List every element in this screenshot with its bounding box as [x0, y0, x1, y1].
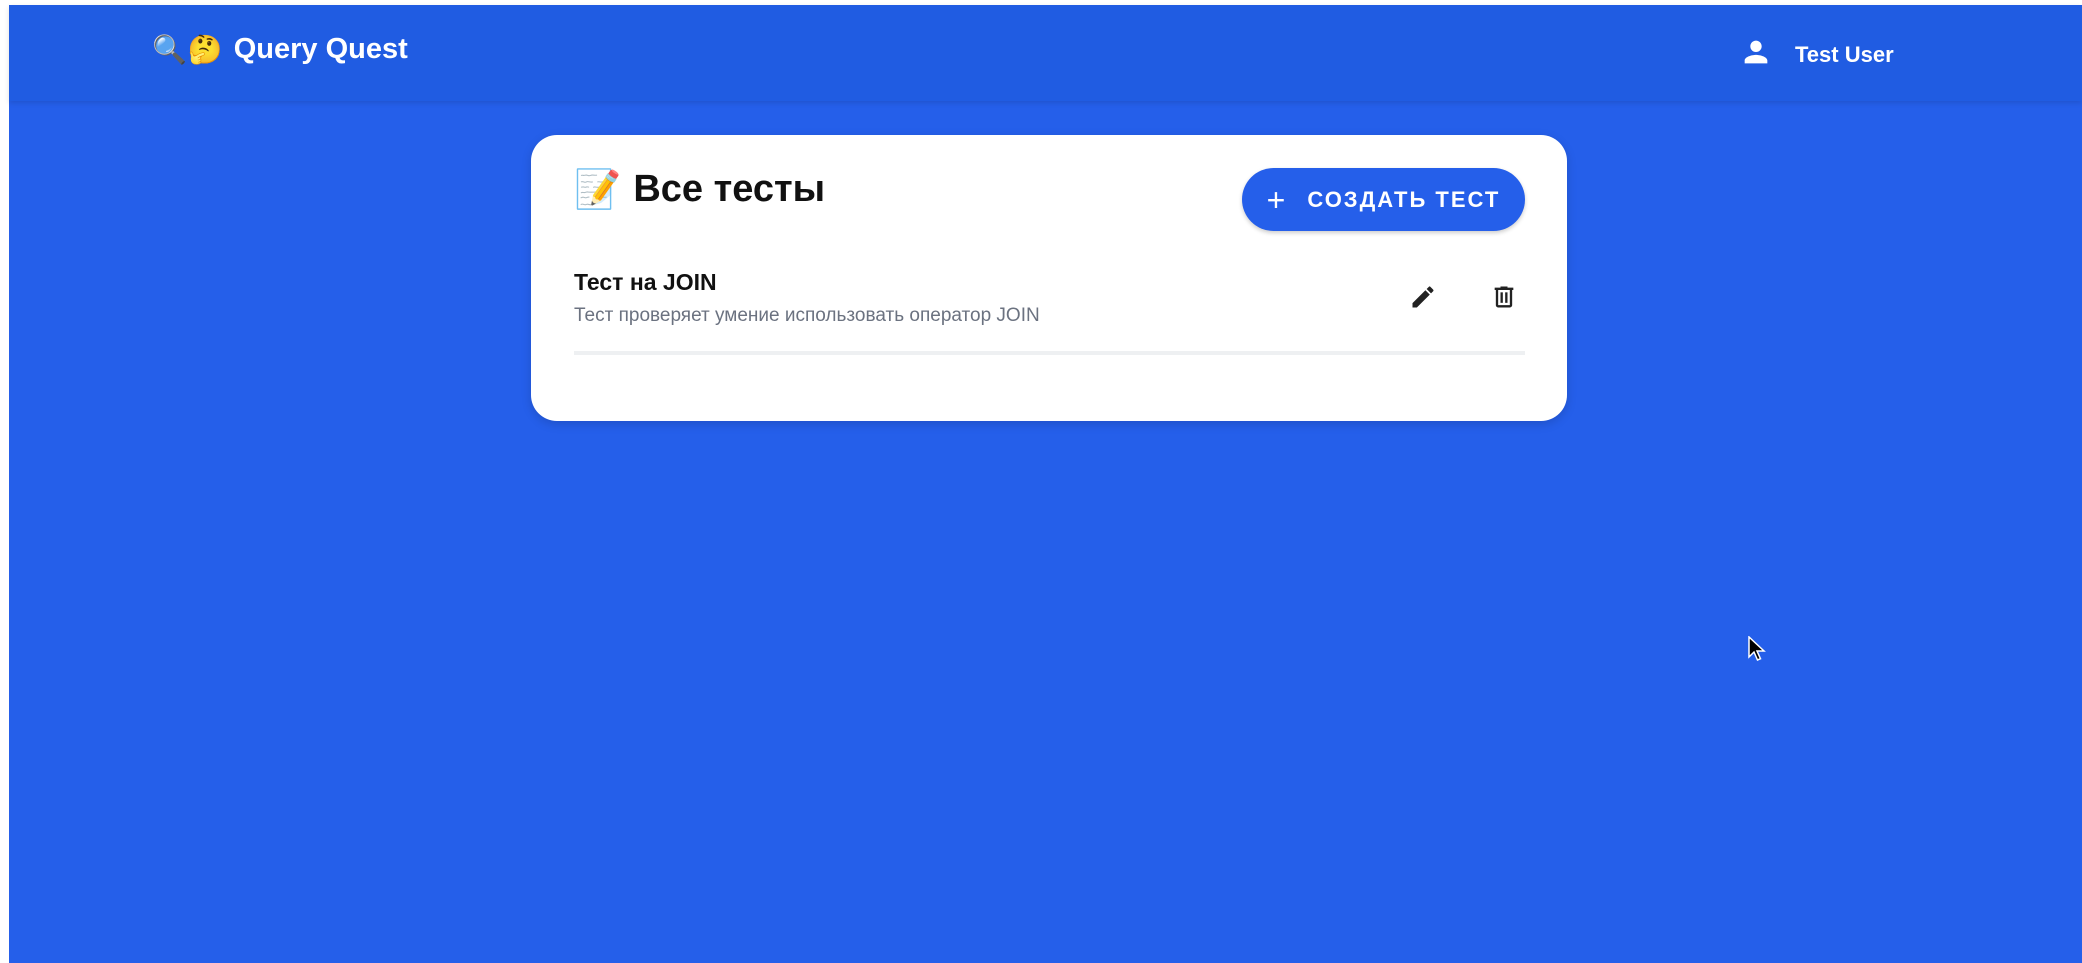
user-name: Test User — [1795, 41, 1894, 67]
edit-test-button[interactable] — [1401, 275, 1445, 319]
brand-emoji-icon: 🔍🤔 — [152, 33, 224, 66]
page-title: 📝 Все тесты — [574, 167, 825, 212]
page-title-text: Все тесты — [633, 168, 826, 210]
plus-icon: + — [1266, 181, 1288, 218]
delete-test-button[interactable] — [1482, 275, 1526, 319]
brand[interactable]: 🔍🤔 Query Quest — [152, 33, 408, 66]
tests-card: 📝 Все тесты + СОЗДАТЬ ТЕСТ Тест на JOIN … — [531, 135, 1567, 421]
test-title: Тест на JOIN — [574, 269, 717, 295]
list-item[interactable]: Тест на JOIN Тест проверяет умение испол… — [574, 263, 1525, 355]
mouse-cursor-icon — [1748, 636, 1766, 661]
top-app-bar: 🔍🤔 Query Quest Test User — [9, 5, 2082, 101]
pencil-icon — [1412, 286, 1434, 308]
app-background: 🔍🤔 Query Quest Test User 📝 Все тесты + С… — [9, 5, 2082, 963]
trash-icon — [1494, 286, 1514, 308]
test-description: Тест проверяет умение использовать опера… — [574, 305, 1040, 326]
create-test-button[interactable]: + СОЗДАТЬ ТЕСТ — [1242, 168, 1525, 231]
create-test-label: СОЗДАТЬ ТЕСТ — [1307, 186, 1501, 212]
memo-icon: 📝 — [574, 167, 622, 211]
brand-name: Query Quest — [233, 33, 408, 65]
user-menu[interactable]: Test User — [1739, 35, 1894, 74]
person-icon — [1739, 35, 1773, 74]
